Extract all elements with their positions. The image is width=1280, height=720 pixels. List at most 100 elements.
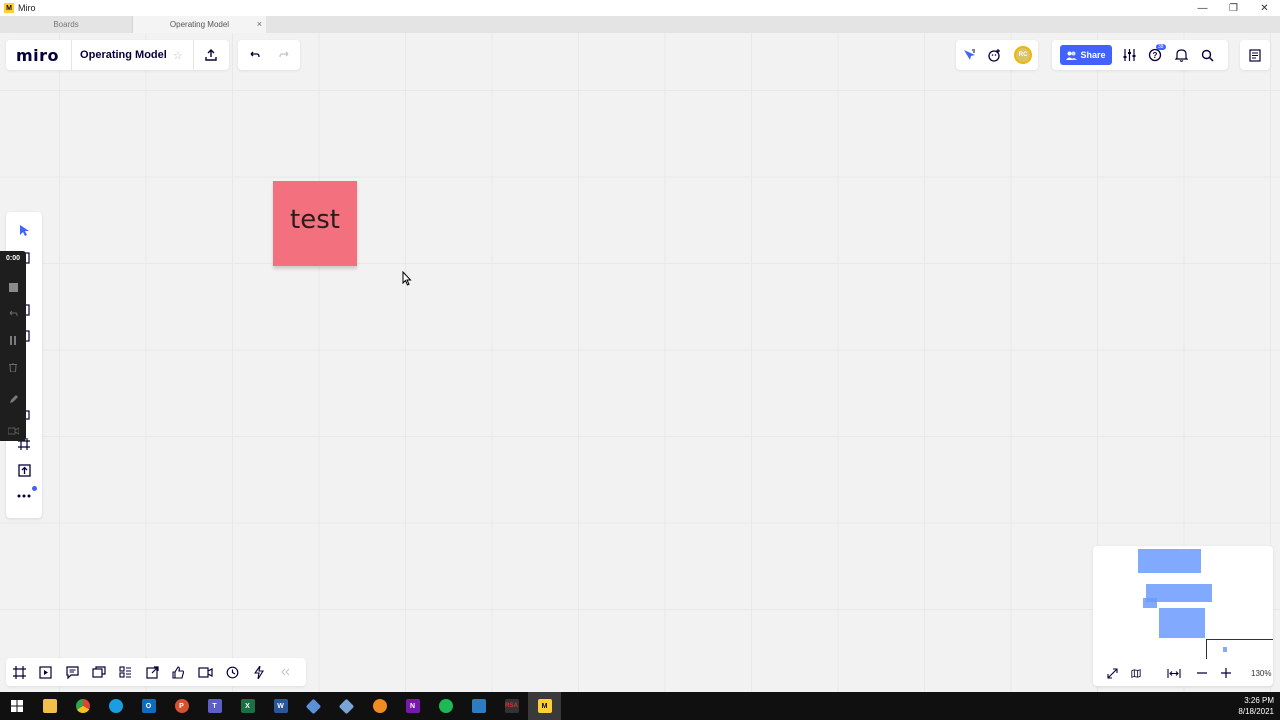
zoom-level[interactable]: 130% xyxy=(1243,669,1271,678)
board-header: miro Operating Model ☆ xyxy=(6,40,229,70)
minimap[interactable]: 130% xyxy=(1093,546,1273,686)
share-button[interactable]: Share xyxy=(1060,45,1112,65)
tab-boards[interactable]: Boards xyxy=(0,16,133,33)
svg-text:?: ? xyxy=(1153,51,1158,60)
cards-button[interactable] xyxy=(86,658,113,686)
edge-app[interactable] xyxy=(99,692,132,720)
notes-icon xyxy=(1249,48,1261,62)
frames-button[interactable] xyxy=(6,658,33,686)
share-label: Share xyxy=(1080,50,1106,60)
voting-button[interactable] xyxy=(166,658,193,686)
rsa-icon: RSA xyxy=(504,699,519,713)
upload-icon xyxy=(205,49,217,61)
clock-date: 8/18/2021 xyxy=(1238,707,1274,716)
tab-operating-model[interactable]: Operating Model × xyxy=(133,16,266,33)
restart-recording-button[interactable] xyxy=(0,303,26,323)
miro-taskbar-app[interactable]: M xyxy=(528,692,561,720)
spotify-app[interactable] xyxy=(429,692,462,720)
tab-close-icon[interactable]: × xyxy=(257,19,262,29)
zoom-in-button[interactable] xyxy=(1209,660,1243,686)
kanban-button[interactable] xyxy=(112,658,139,686)
more-tools-button[interactable] xyxy=(6,484,42,508)
generic-app[interactable] xyxy=(462,692,495,720)
restore-button[interactable]: ❐ xyxy=(1218,0,1249,16)
help-icon: ? xyxy=(1148,48,1162,62)
timer-button[interactable] xyxy=(219,658,246,686)
reactions-icon[interactable] xyxy=(987,48,1002,63)
sticky-note[interactable]: test xyxy=(273,181,357,266)
minimize-button[interactable]: — xyxy=(1187,0,1218,16)
board-notes-button[interactable] xyxy=(1240,40,1270,70)
search-button[interactable] xyxy=(1194,40,1220,70)
board-name[interactable]: Operating Model xyxy=(71,40,173,70)
teams-icon: T xyxy=(207,699,222,713)
presentation-button[interactable] xyxy=(33,658,60,686)
double-chevron-left-icon xyxy=(280,668,290,676)
camera-recording-button[interactable] xyxy=(0,421,26,441)
close-window-button[interactable]: ✕ xyxy=(1249,0,1280,16)
follow-cursor-icon[interactable] xyxy=(962,48,976,62)
help-button[interactable]: ? 38 xyxy=(1142,40,1168,70)
timer-icon xyxy=(226,666,238,678)
delete-recording-button[interactable] xyxy=(0,357,26,377)
undo-icon[interactable] xyxy=(248,49,260,61)
fit-to-screen-button[interactable] xyxy=(1153,660,1195,686)
help-badge: 38 xyxy=(1156,44,1166,50)
onenote-app[interactable]: N xyxy=(396,692,429,720)
excel-app[interactable]: X xyxy=(231,692,264,720)
undo-redo-group xyxy=(238,40,300,70)
snipping-app[interactable] xyxy=(297,692,330,720)
restart-icon xyxy=(9,310,18,316)
outlook-app[interactable]: O xyxy=(132,692,165,720)
minimap-viewport[interactable] xyxy=(1206,639,1273,659)
shield-icon xyxy=(372,699,387,713)
stop-recording-button[interactable] xyxy=(0,277,26,297)
screen-recorder-panel: 0:00 xyxy=(0,251,26,441)
start-button[interactable] xyxy=(0,692,33,720)
window-title: Miro xyxy=(18,3,36,13)
draw-recording-button[interactable] xyxy=(0,389,26,409)
word-icon: W xyxy=(273,699,288,713)
board-actions-toolbar: Share ? 38 xyxy=(1052,40,1228,70)
clock-time: 3:26 PM xyxy=(1244,696,1274,705)
share-screen-button[interactable] xyxy=(139,658,166,686)
folder-icon xyxy=(42,699,57,713)
rsa-app[interactable]: RSA xyxy=(495,692,528,720)
file-explorer-app[interactable] xyxy=(33,692,66,720)
kanban-icon xyxy=(119,666,132,678)
user-avatar[interactable]: RC xyxy=(1014,46,1033,64)
miro-logo[interactable]: miro xyxy=(6,46,71,65)
upload-tool[interactable] xyxy=(6,458,42,482)
video-chat-button[interactable] xyxy=(192,658,219,686)
redo-icon[interactable] xyxy=(278,49,291,61)
fullscreen-button[interactable] xyxy=(1093,660,1131,686)
diamond-icon xyxy=(338,698,355,714)
star-icon[interactable]: ☆ xyxy=(173,49,193,62)
pointer-icon xyxy=(19,224,29,236)
tab-bar: Boards Operating Model × xyxy=(0,16,1280,33)
export-button[interactable] xyxy=(192,40,229,70)
chrome-app[interactable] xyxy=(66,692,99,720)
expand-icon xyxy=(1106,667,1118,679)
vpn-app[interactable] xyxy=(363,692,396,720)
teams-app[interactable]: T xyxy=(198,692,231,720)
snip-icon xyxy=(305,698,322,714)
settings-sliders-button[interactable] xyxy=(1116,40,1142,70)
pause-icon xyxy=(10,335,16,345)
minimap-toggle-button[interactable] xyxy=(1131,660,1141,686)
system-clock[interactable]: 3:26 PM 8/18/2021 xyxy=(1238,695,1274,717)
comments-button[interactable] xyxy=(59,658,86,686)
powerpoint-app[interactable]: P xyxy=(165,692,198,720)
azure-app[interactable] xyxy=(330,692,363,720)
board-canvas[interactable] xyxy=(0,33,1280,692)
pause-recording-button[interactable] xyxy=(0,330,26,350)
collapse-toolbar-button[interactable] xyxy=(272,658,299,686)
notifications-button[interactable] xyxy=(1168,40,1194,70)
lightning-icon xyxy=(253,665,264,679)
power-ups-button[interactable] xyxy=(245,658,272,686)
app-icon xyxy=(471,699,486,713)
zoom-out-button[interactable] xyxy=(1195,660,1209,686)
word-app[interactable]: W xyxy=(264,692,297,720)
select-tool[interactable] xyxy=(6,218,42,242)
sticky-note-text: test xyxy=(290,204,340,235)
